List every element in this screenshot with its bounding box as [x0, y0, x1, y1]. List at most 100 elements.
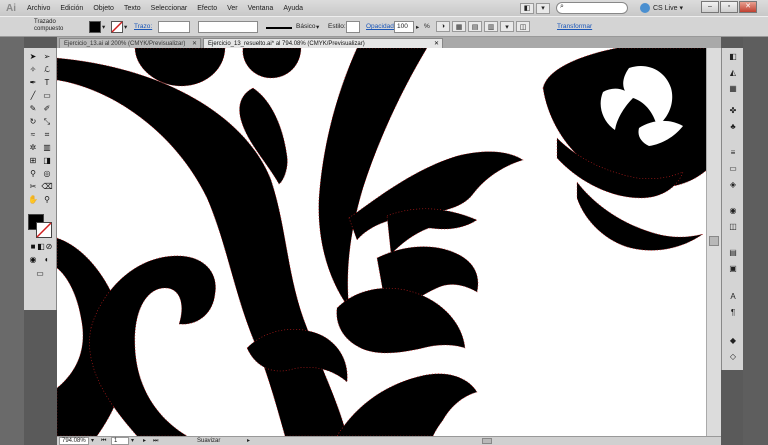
- pen-icon[interactable]: ✒: [27, 78, 39, 88]
- chevron-right-icon[interactable]: ▸: [247, 437, 250, 445]
- tab-ejercicio-13-resuelto[interactable]: Ejercicio_13_resuelto.ai* al 794.08% (CM…: [203, 38, 443, 48]
- paragraph-icon[interactable]: ¶: [727, 308, 739, 318]
- symbol-sprayer-icon[interactable]: ✲: [27, 143, 39, 153]
- magic-wand-icon[interactable]: ✧: [27, 65, 39, 75]
- eyedropper-icon[interactable]: ⚲: [27, 169, 39, 179]
- bridge-icon[interactable]: ◧: [520, 2, 534, 14]
- blend-icon[interactable]: ◎: [41, 169, 53, 179]
- menu-edicion[interactable]: Edición: [55, 5, 88, 12]
- artboard-number-field[interactable]: 1: [111, 437, 129, 445]
- draw-behind-icon[interactable]: ◐: [41, 255, 53, 265]
- no-stroke-icon: [111, 21, 123, 33]
- transform-link[interactable]: Transformar: [557, 23, 592, 30]
- stroke-panel-icon[interactable]: ≡: [727, 148, 739, 158]
- none-mode-icon[interactable]: ⊘: [43, 242, 55, 252]
- tab-ejercicio-13[interactable]: Ejercicio_13.ai al 200% (CMYK/Previsuali…: [59, 38, 201, 48]
- stroke-swatch[interactable]: [111, 21, 123, 33]
- type-icon[interactable]: T: [41, 78, 53, 88]
- rectangle-icon[interactable]: ▭: [41, 91, 53, 101]
- chevron-down-icon[interactable]: ▾: [91, 437, 94, 445]
- stroke-label[interactable]: Trazo:: [134, 23, 152, 30]
- gradient-icon[interactable]: ◨: [41, 156, 53, 166]
- variable-width-profile[interactable]: [198, 21, 258, 33]
- chevron-down-icon[interactable]: ▾: [316, 23, 319, 31]
- color-panel-icon[interactable]: ◧: [727, 52, 739, 62]
- pencil-icon[interactable]: ✐: [41, 104, 53, 114]
- menu-objeto[interactable]: Objeto: [88, 5, 119, 12]
- line-icon[interactable]: ╱: [27, 91, 39, 101]
- color-guide-icon[interactable]: ◭: [727, 68, 739, 78]
- swatches-icon[interactable]: ▦: [727, 84, 739, 94]
- menu-seleccionar[interactable]: Seleccionar: [146, 5, 193, 12]
- menu-ayuda[interactable]: Ayuda: [278, 5, 308, 12]
- arrange-icon[interactable]: ▾: [536, 2, 550, 14]
- search-input[interactable]: ⌕: [556, 2, 628, 14]
- horizontal-scroll-thumb[interactable]: [482, 438, 492, 444]
- layers-icon[interactable]: ▤: [727, 248, 739, 258]
- character-icon[interactable]: A: [727, 292, 739, 302]
- scroll-thumb[interactable]: [709, 236, 719, 246]
- scale-icon[interactable]: ⤡: [41, 117, 53, 127]
- first-artboard-icon[interactable]: ⏮: [101, 437, 106, 445]
- artboard-canvas[interactable]: [57, 48, 721, 436]
- mesh-icon[interactable]: ⊞: [27, 156, 39, 166]
- draw-normal-icon[interactable]: ◉: [27, 255, 39, 265]
- vertical-scrollbar[interactable]: [706, 48, 721, 436]
- zoom-icon[interactable]: ⚲: [41, 195, 53, 205]
- close-button[interactable]: ✕: [739, 1, 757, 13]
- zoom-field[interactable]: 794.08%: [59, 437, 89, 445]
- chevron-down-icon[interactable]: ▾: [124, 23, 127, 31]
- hand-icon[interactable]: ✋: [27, 195, 39, 205]
- appearance-icon[interactable]: ◉: [727, 206, 739, 216]
- control-bar: Trazado compuesto ▾ ▾ Trazo: Básico ▾ Es…: [0, 16, 768, 37]
- align-icon[interactable]: ▤: [468, 21, 482, 32]
- direct-selection-icon[interactable]: ➢: [41, 52, 53, 62]
- style-swatch[interactable]: [346, 21, 360, 33]
- last-artboard-icon[interactable]: ⏭: [153, 437, 158, 445]
- selection-arrow-icon[interactable]: ➤: [27, 52, 39, 62]
- brushes-icon[interactable]: ✤: [727, 106, 739, 116]
- stroke-weight-field[interactable]: [158, 21, 190, 33]
- brush-preview: [266, 27, 292, 29]
- artboards-icon[interactable]: ▣: [727, 264, 739, 274]
- ornament-artwork[interactable]: [57, 48, 721, 436]
- symbols-icon[interactable]: ♣: [727, 122, 739, 132]
- chevron-down-icon[interactable]: ▾: [102, 23, 105, 31]
- transparency-icon[interactable]: ◈: [727, 180, 739, 190]
- slice-icon[interactable]: ✂: [27, 182, 39, 192]
- stroke-color-icon[interactable]: [36, 222, 52, 238]
- opacity-label[interactable]: Opacidad:: [366, 23, 396, 30]
- warp-icon[interactable]: ≈: [27, 130, 39, 140]
- recolor-icon[interactable]: ◑: [436, 21, 450, 32]
- rotate-icon[interactable]: ↻: [27, 117, 39, 127]
- chevron-down-icon[interactable]: ▾: [131, 437, 134, 445]
- document-tab-bar: Ejercicio_13.ai al 200% (CMYK/Previsuali…: [57, 37, 721, 48]
- workspace-controls: ◧ ▾: [520, 2, 552, 14]
- screen-mode-icon[interactable]: ▭: [33, 269, 47, 279]
- menu-ventana[interactable]: Ventana: [243, 5, 279, 12]
- free-transform-icon[interactable]: ⌗: [41, 130, 53, 140]
- options-icon[interactable]: ▾: [500, 21, 514, 32]
- menu-efecto[interactable]: Efecto: [192, 5, 222, 12]
- menu-archivo[interactable]: Archivo: [22, 5, 55, 12]
- menu-texto[interactable]: Texto: [119, 5, 146, 12]
- opacity-field[interactable]: 100: [394, 21, 414, 33]
- lasso-icon[interactable]: ℒ: [41, 65, 53, 75]
- menu-ver[interactable]: Ver: [222, 5, 243, 12]
- graphic-styles-icon[interactable]: ◫: [727, 222, 739, 232]
- pathfinder-icon[interactable]: ◆: [727, 336, 739, 346]
- grid-icon[interactable]: ▦: [452, 21, 466, 32]
- paintbrush-icon[interactable]: ✎: [27, 104, 39, 114]
- align-panel-icon[interactable]: ◇: [727, 352, 739, 362]
- graph-icon[interactable]: ▥: [41, 143, 53, 153]
- chevron-right-icon[interactable]: ▸: [416, 23, 419, 31]
- cs-live-button[interactable]: CS Live ▾: [640, 2, 683, 14]
- fill-swatch[interactable]: [89, 21, 101, 33]
- minimize-button[interactable]: –: [701, 1, 719, 13]
- distribute-icon[interactable]: ▥: [484, 21, 498, 32]
- next-artboard-icon[interactable]: ▸: [143, 437, 146, 445]
- isolate-icon[interactable]: ◫: [516, 21, 530, 32]
- gradient-panel-icon[interactable]: ▭: [727, 164, 739, 174]
- maximize-button[interactable]: ▫: [720, 1, 738, 13]
- eraser-icon[interactable]: ⌫: [41, 182, 53, 192]
